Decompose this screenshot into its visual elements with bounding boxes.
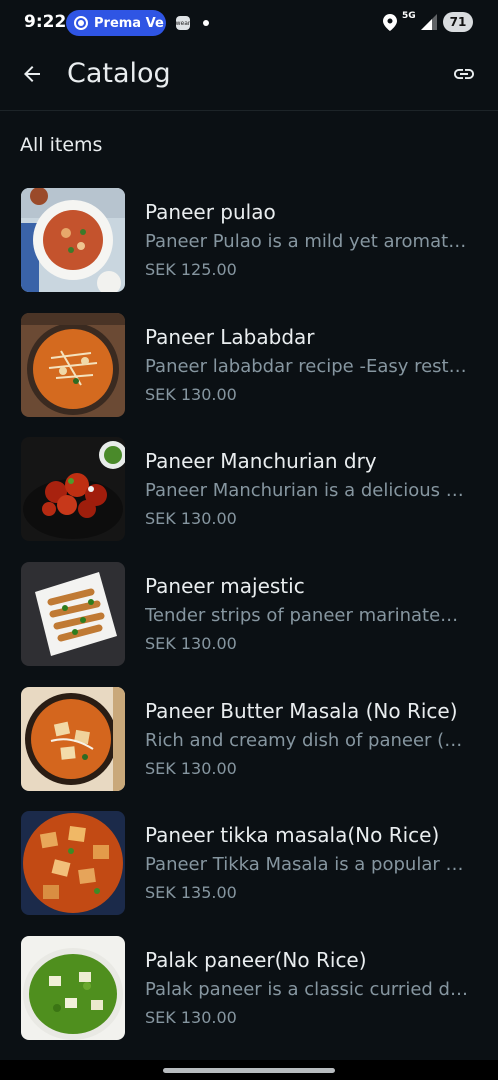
link-icon [452,62,476,90]
home-gesture-bar[interactable] [163,1068,335,1073]
item-name: Palak paneer(No Rice) [145,948,367,973]
arrow-left-icon [20,62,44,90]
paneer-manchurian-image [21,437,125,542]
item-name: Paneer Butter Masala (No Rice) [145,698,458,723]
item-description: Paneer lababdar recipe -Easy restaurant … [145,355,468,377]
status-time: 9:22 [24,12,67,32]
paneer-tikka-masala-image [21,811,125,916]
item-price: SEK 130.00 [145,758,237,778]
item-description: Tender strips of paneer marinated and fr… [145,605,468,627]
paneer-butter-masala-image [21,686,125,791]
notification-dot-icon [203,20,209,26]
location-icon [383,14,397,35]
item-description: Palak paneer is a classic curried dish [145,979,468,1001]
item-name: Paneer Manchurian dry [145,449,377,474]
list-item[interactable]: Paneer tikka masala(No Rice) Paneer Tikk… [0,811,498,916]
item-description: Rich and creamy dish of paneer (cottage … [145,729,468,751]
battery-icon: 71 [443,12,473,32]
back-button[interactable] [16,60,48,92]
item-name: Paneer Lababdar [145,324,315,349]
catalog-list: Paneer pulao Paneer Pulao is a mild yet … [0,188,498,1061]
wear-app-icon: wear [176,16,190,30]
paneer-lababdar-image [21,312,125,417]
palak-paneer-image [21,936,125,1041]
ongoing-call-pill[interactable]: Prema Ve [66,10,166,36]
signal-icon [421,14,437,34]
item-description: Paneer Tikka Masala is a popular Indian … [145,854,468,876]
list-item[interactable]: Paneer Butter Masala (No Rice) Rich and … [0,686,498,791]
item-price: SEK 125.00 [145,260,237,279]
item-name: Paneer majestic [145,574,305,599]
pill-label: Prema Ve [94,15,164,31]
list-item[interactable]: Paneer Manchurian dry Paneer Manchurian … [0,437,498,542]
status-bar: 9:22 Prema Ve wear 5G 71 [0,0,498,46]
item-description: Paneer Manchurian is a delicious Indo-Ch… [145,480,468,502]
paneer-pulao-image [21,188,125,292]
network-type: 5G [402,11,416,21]
page-title: Catalog [67,58,171,89]
share-link-button[interactable] [448,60,480,92]
record-icon [74,16,88,30]
list-item[interactable]: Paneer majestic Tender strips of paneer … [0,562,498,667]
list-item[interactable]: Paneer pulao Paneer Pulao is a mild yet … [0,188,498,292]
list-item[interactable]: Palak paneer(No Rice) Palak paneer is a … [0,936,498,1041]
item-price: SEK 135.00 [145,883,237,903]
list-item[interactable]: Paneer Lababdar Paneer lababdar recipe -… [0,312,498,417]
item-price: SEK 130.00 [145,509,237,529]
item-price: SEK 130.00 [145,1008,237,1028]
item-description: Paneer Pulao is a mild yet aromatic rice… [145,231,468,252]
item-price: SEK 130.00 [145,634,237,654]
section-header: All items [20,134,103,156]
app-bar: Catalog [0,46,498,111]
paneer-majestic-image [21,562,125,667]
item-name: Paneer tikka masala(No Rice) [145,823,440,848]
item-name: Paneer pulao [145,200,276,224]
item-price: SEK 130.00 [145,384,237,404]
